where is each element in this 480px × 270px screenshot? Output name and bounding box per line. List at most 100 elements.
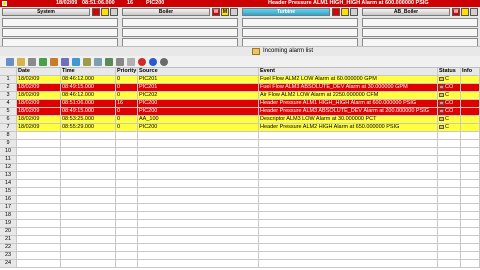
table-row[interactable]: 13 [0,172,480,180]
group-status-flag[interactable] [461,8,469,16]
alarm-indicator-icon [2,1,7,6]
alarm-blue-icon[interactable] [149,58,157,66]
group-status-flag[interactable] [350,8,358,16]
sort-icon[interactable] [61,58,69,66]
cell-status [438,220,461,227]
column-header-date[interactable]: Date [17,68,61,75]
group-status-flag[interactable]: W [452,8,460,16]
cell-info [461,124,480,131]
table-row[interactable]: 6 18/02/09 08:53:25.000 0 AA_100 Descriptor A… [0,116,480,124]
save-icon[interactable] [6,58,14,66]
cell-source: PIC202 [138,92,259,99]
column-header-event[interactable]: Event [259,68,438,75]
table-row[interactable]: 3 18/02/09 08:46:12.000 0 PIC202 Air Flow ALM… [0,92,480,100]
filter-icon[interactable] [50,58,58,66]
table-row[interactable]: 16 [0,196,480,204]
column-header-status[interactable]: Status [438,68,461,75]
table-row[interactable]: 10 [0,148,480,156]
table-row[interactable]: 9 [0,140,480,148]
alarm-red-icon[interactable] [138,58,146,66]
group-alarm-slot[interactable] [362,28,478,37]
group-status-flag[interactable] [332,8,340,16]
group-alarm-slot[interactable] [122,18,238,27]
copy-icon[interactable] [94,58,102,66]
group-alarm-slot[interactable] [122,28,238,37]
status-text: C [445,76,449,82]
group-alarm-slot[interactable] [242,28,358,37]
cell-event [259,228,438,235]
table-row[interactable]: 18 [0,212,480,220]
cell-date [17,140,61,147]
table-row[interactable]: 2 18/02/09 08:49:15.000 0 PIC201 Fuel Flow AL… [0,84,480,92]
cell-info [461,236,480,243]
silence-icon[interactable] [127,58,135,66]
cell-time [61,180,116,187]
table-row[interactable]: 5 18/02/09 08:49:15.000 0 PIC200 Header Press… [0,108,480,116]
info-icon[interactable] [160,58,168,66]
group-status-flag[interactable] [92,8,100,16]
cell-status [438,204,461,211]
column-header-info[interactable]: Info [461,68,480,75]
cell-status [438,132,461,139]
table-row[interactable]: 4 18/02/09 08:51:06.000 16 PIC200 Header Pres… [0,100,480,108]
table-row[interactable]: 1 18/02/09 08:46:12.000 0 PIC201 Fuel Flow AL… [0,76,480,84]
export-icon[interactable] [105,58,113,66]
group-button[interactable]: Turbine [242,8,330,16]
group-status-flag[interactable]: W [212,8,220,16]
cell-time: 08:53:25.000 [61,116,116,123]
refresh-icon[interactable] [72,58,80,66]
open-icon[interactable] [17,58,25,66]
cell-event [259,244,438,251]
settings-icon[interactable] [116,58,124,66]
table-row[interactable]: 24 [0,260,480,268]
table-row[interactable]: 12 [0,164,480,172]
table-row[interactable]: 14 [0,180,480,188]
cell-date [17,252,61,259]
table-row[interactable]: 20 [0,228,480,236]
cell-source: PIC200 [138,108,259,115]
group-button[interactable]: System [2,8,90,16]
cell-status: C [438,76,461,83]
cell-time: 08:46:12.000 [61,76,116,83]
find-icon[interactable] [83,58,91,66]
group-status-flag[interactable] [341,8,349,16]
table-row[interactable]: 19 [0,220,480,228]
cell-priority [116,212,138,219]
cell-n: 6 [0,116,17,123]
cell-status [438,228,461,235]
group-alarm-slot[interactable] [242,18,358,27]
table-row[interactable]: 11 [0,156,480,164]
cell-priority [116,148,138,155]
group-status-flag[interactable] [110,8,118,16]
group-alarm-slot[interactable] [2,28,118,37]
table-row[interactable]: 8 [0,132,480,140]
group-button[interactable]: AB_Boiler [362,8,450,16]
group-alarm-slot[interactable] [2,18,118,27]
group-status-flag[interactable] [101,8,109,16]
cell-time [61,212,116,219]
column-header-source[interactable]: Source [138,68,259,75]
acknowledge-icon[interactable] [39,58,47,66]
cell-priority [116,140,138,147]
print-icon[interactable] [28,58,36,66]
group-status-flag[interactable] [470,8,478,16]
table-row[interactable]: 15 [0,188,480,196]
table-row[interactable]: 22 [0,244,480,252]
table-row[interactable]: 23 [0,252,480,260]
active-alarm-banner[interactable]: 18/02/09 08:51:06.000 16 PIC200 Header P… [0,0,480,7]
group-alarm-slot[interactable] [362,18,478,27]
cell-time [61,220,116,227]
cell-info [461,220,480,227]
group-button[interactable]: Boiler [122,8,210,16]
table-row[interactable]: 17 [0,204,480,212]
table-row[interactable]: 21 [0,236,480,244]
group-status-flag[interactable] [230,8,238,16]
column-header-time[interactable]: Time [61,68,116,75]
table-row[interactable]: 7 18/02/09 08:55:29.000 0 PIC200 Header Press… [0,124,480,132]
cell-source [138,212,259,219]
column-header-priority[interactable]: Priority [116,68,138,75]
group-status-flag[interactable]: M [221,8,229,16]
cell-n: 11 [0,156,17,163]
cell-info [461,260,480,267]
cell-status: C [438,116,461,123]
